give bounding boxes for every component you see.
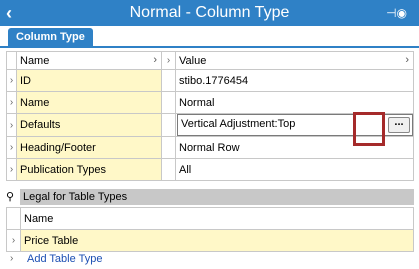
- legal-row[interactable]: › Price Table: [6, 229, 414, 252]
- grid-header-row: Name › › Value ›: [6, 51, 414, 70]
- browse-button[interactable]: ...: [388, 117, 410, 133]
- legal-header-row: Name: [6, 207, 414, 230]
- grid-header-name-label: Name: [20, 54, 50, 67]
- row-sep: [161, 158, 176, 181]
- highlight-annotation: [353, 112, 385, 146]
- property-name: Name: [16, 91, 162, 114]
- add-table-type-link[interactable]: Add Table Type: [27, 250, 102, 268]
- row-expander-icon[interactable]: ›: [6, 229, 21, 252]
- tab-column-type[interactable]: Column Type: [8, 28, 93, 46]
- grid-header-sep[interactable]: ›: [161, 51, 176, 70]
- grid-header-gutter: [6, 51, 17, 70]
- property-name: ID: [16, 69, 162, 92]
- window-title: Normal - Column Type: [129, 4, 290, 21]
- row-expander-icon[interactable]: ›: [6, 158, 17, 181]
- tab-bar: Column Type: [0, 26, 419, 48]
- row-gutter: [6, 207, 21, 230]
- row-expander-icon[interactable]: ›: [6, 91, 17, 114]
- chevron-right-icon[interactable]: ›: [153, 54, 157, 66]
- row-sep: [161, 113, 176, 137]
- row-expander-icon[interactable]: ›: [6, 69, 17, 92]
- property-row-name[interactable]: › Name Normal: [6, 91, 414, 114]
- pin-icon[interactable]: ⊣◉: [386, 5, 407, 21]
- property-name: Defaults: [16, 113, 162, 137]
- property-row-id[interactable]: › ID stibo.1776454: [6, 69, 414, 92]
- pin-icon[interactable]: ⚲: [6, 190, 14, 203]
- legal-grid: Name › Price Table: [6, 207, 414, 252]
- legal-row-name[interactable]: Price Table: [20, 229, 414, 252]
- grid-header-value[interactable]: Value ›: [175, 51, 414, 70]
- row-expander-icon[interactable]: ›: [6, 136, 17, 159]
- row-sep: [161, 91, 176, 114]
- row-expander-icon[interactable]: ›: [6, 113, 17, 137]
- property-name: Heading/Footer: [16, 136, 162, 159]
- grid-header-value-label: Value: [179, 54, 207, 67]
- property-value[interactable]: All: [175, 158, 414, 181]
- row-sep: [161, 136, 176, 159]
- property-value[interactable]: Normal: [175, 91, 414, 114]
- grid-header-name[interactable]: Name ›: [16, 51, 162, 70]
- row-sep: [161, 69, 176, 92]
- property-row-publication-types[interactable]: › Publication Types All: [6, 158, 414, 181]
- chevron-right-icon[interactable]: ›: [405, 54, 409, 66]
- property-name: Publication Types: [16, 158, 162, 181]
- defaults-value: Vertical Adjustment:Top: [181, 118, 296, 130]
- row-expander-icon: ›: [10, 253, 14, 264]
- property-value[interactable]: stibo.1776454: [175, 69, 414, 92]
- title-bar: ‹ Normal - Column Type ⊣◉: [0, 0, 419, 26]
- section-title: Legal for Table Types: [20, 189, 414, 205]
- add-table-type-row: › Add Table Type: [6, 250, 414, 268]
- legal-section-header: ⚲ Legal for Table Types: [0, 189, 419, 205]
- legal-header-name[interactable]: Name: [20, 207, 414, 230]
